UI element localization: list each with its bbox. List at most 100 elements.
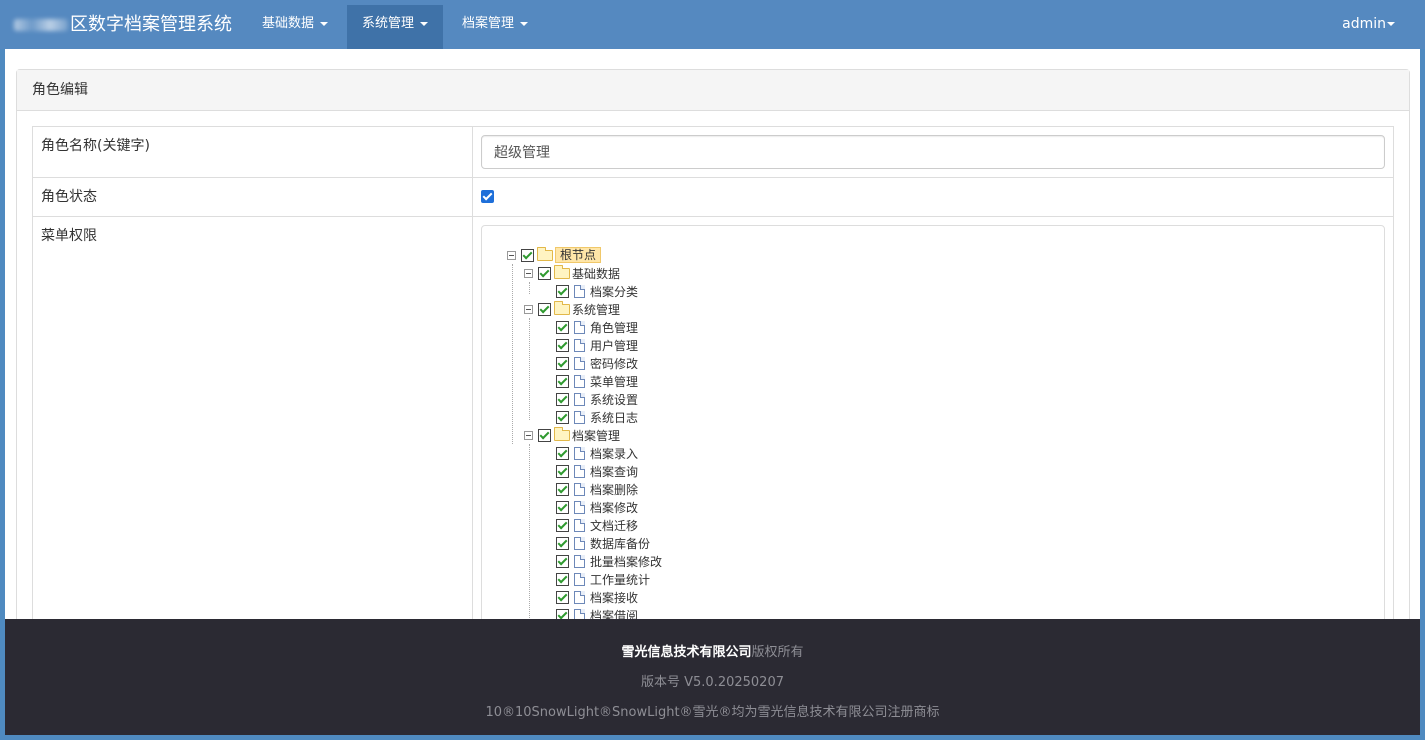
document-icon: [574, 446, 585, 460]
tree-checkbox[interactable]: [538, 428, 551, 442]
tree-checkbox[interactable]: [556, 482, 569, 496]
tree-checkbox[interactable]: [556, 518, 569, 532]
caret-down-icon: [320, 21, 329, 26]
tree-checkbox[interactable]: [556, 500, 569, 514]
collapse-icon[interactable]: [524, 304, 533, 314]
footer-version: 版本号 V5.0.20250207: [640, 675, 784, 690]
tree-node-label: 档案修改: [590, 500, 639, 515]
tree-checkbox[interactable]: [556, 374, 569, 388]
tree-connector: [529, 318, 530, 420]
tree-connector: [529, 444, 530, 619]
tree-node-group[interactable]: 系统管理: [524, 300, 620, 318]
tree-node-group[interactable]: 档案管理: [524, 426, 620, 444]
main-content: 角色编辑 角色名称(关键字) 角色状态 菜单权限: [5, 49, 1420, 619]
tree-node-leaf[interactable]: 档案接收: [556, 588, 638, 606]
tree-checkbox[interactable]: [556, 284, 569, 298]
tree-node-leaf[interactable]: 文档迁移: [556, 516, 638, 534]
tree-node-leaf[interactable]: 系统设置: [556, 390, 638, 408]
tree-node-leaf[interactable]: 档案分类: [556, 282, 638, 300]
tree-connector: [529, 282, 530, 294]
document-icon: [574, 554, 585, 568]
tree-node-label: 档案删除: [590, 482, 639, 497]
app-brand[interactable]: 区数字档案管理系统: [14, 0, 232, 49]
nav-menu-label: 系统管理: [362, 16, 415, 31]
collapse-icon[interactable]: [507, 250, 516, 260]
tree-node-label: 基础数据: [572, 266, 621, 281]
tree-node-leaf[interactable]: 档案借阅: [556, 606, 638, 619]
nav-menu-archive-management[interactable]: 档案管理: [447, 5, 543, 49]
document-icon: [574, 608, 585, 619]
tree-checkbox[interactable]: [538, 266, 551, 280]
footer-trademark: 10®10SnowLight®SnowLight®雪光®均为雪光信息技术有限公司…: [485, 705, 940, 720]
tree-node-leaf[interactable]: 档案删除: [556, 480, 638, 498]
tree-node-leaf[interactable]: 用户管理: [556, 336, 638, 354]
user-menu[interactable]: admin: [1342, 5, 1395, 43]
tree-checkbox[interactable]: [521, 248, 534, 262]
tree-node-leaf[interactable]: 密码修改: [556, 354, 638, 372]
tree-node-root[interactable]: 根节点: [507, 246, 602, 264]
tree-node-label: 档案管理: [572, 428, 621, 443]
app-title: 区数字档案管理系统: [70, 13, 232, 35]
document-icon: [574, 392, 585, 406]
caret-down-icon: [420, 21, 429, 26]
document-icon: [574, 464, 585, 478]
document-icon: [574, 320, 585, 334]
footer-copyright: 雪光信息技术有限公司版权所有: [5, 641, 1420, 660]
tree-node-leaf[interactable]: 系统日志: [556, 408, 638, 426]
tree-node-label: 菜单管理: [590, 374, 639, 389]
nav-menu-system-management[interactable]: 系统管理: [347, 5, 444, 49]
document-icon: [574, 590, 585, 604]
tree-checkbox[interactable]: [556, 464, 569, 478]
nav-menu-label: 基础数据: [262, 16, 315, 31]
tree-node-leaf[interactable]: 档案录入: [556, 444, 638, 462]
tree-node-label: 档案分类: [590, 284, 639, 299]
tree-node-leaf[interactable]: 工作量统计: [556, 570, 650, 588]
tree-node-label: 系统日志: [590, 410, 639, 425]
tree-node-leaf[interactable]: 菜单管理: [556, 372, 638, 390]
folder-icon: [554, 300, 570, 315]
document-icon: [574, 356, 585, 370]
tree-node-label: 数据库备份: [590, 536, 651, 551]
role-status-checkbox[interactable]: [481, 190, 494, 203]
top-navbar: 区数字档案管理系统 基础数据 系统管理 档案管理 admin: [0, 0, 1425, 49]
tree-node-label: 用户管理: [590, 338, 639, 353]
tree-checkbox[interactable]: [556, 356, 569, 370]
tree-checkbox[interactable]: [538, 302, 551, 316]
collapse-icon[interactable]: [524, 430, 533, 440]
tree-node-label: 档案借阅: [590, 608, 639, 620]
menu-permission-tree: 根节点 基础数据 档案分类 系统管理 角色管理 用户管理 密码修改 菜单管理 系…: [481, 225, 1385, 619]
tree-checkbox[interactable]: [556, 572, 569, 586]
footer-rights: 版权所有: [751, 645, 804, 660]
tree-node-leaf[interactable]: 档案修改: [556, 498, 638, 516]
role-name-cell: [472, 126, 1394, 178]
role-status-cell: [472, 177, 1394, 217]
role-name-input[interactable]: [481, 135, 1385, 169]
role-name-label: 角色名称(关键字): [32, 126, 473, 178]
tree-checkbox[interactable]: [556, 590, 569, 604]
tree-checkbox[interactable]: [556, 410, 569, 424]
tree-checkbox[interactable]: [556, 608, 569, 619]
tree-node-group[interactable]: 基础数据: [524, 264, 620, 282]
tree-checkbox[interactable]: [556, 554, 569, 568]
tree-node-leaf[interactable]: 角色管理: [556, 318, 638, 336]
tree-node-label: 系统管理: [572, 302, 621, 317]
collapse-icon[interactable]: [524, 268, 533, 278]
document-icon: [574, 410, 585, 424]
tree-node-leaf[interactable]: 数据库备份: [556, 534, 650, 552]
tree-node-leaf[interactable]: 批量档案修改: [556, 552, 662, 570]
tree-node-label: 根节点: [555, 247, 602, 263]
tree-node-label: 角色管理: [590, 320, 639, 335]
tree-checkbox[interactable]: [556, 446, 569, 460]
tree-node-label: 档案接收: [590, 590, 639, 605]
tree-checkbox[interactable]: [556, 536, 569, 550]
document-icon: [574, 572, 585, 586]
tree-checkbox[interactable]: [556, 392, 569, 406]
tree-node-leaf[interactable]: 档案查询: [556, 462, 638, 480]
tree-checkbox[interactable]: [556, 338, 569, 352]
nav-menu-basic-data[interactable]: 基础数据: [247, 5, 343, 49]
document-icon: [574, 338, 585, 352]
document-icon: [574, 518, 585, 532]
nav-menu-label: 档案管理: [462, 16, 515, 31]
tree-checkbox[interactable]: [556, 320, 569, 334]
role-form-table: 角色名称(关键字) 角色状态 菜单权限: [32, 126, 1394, 619]
